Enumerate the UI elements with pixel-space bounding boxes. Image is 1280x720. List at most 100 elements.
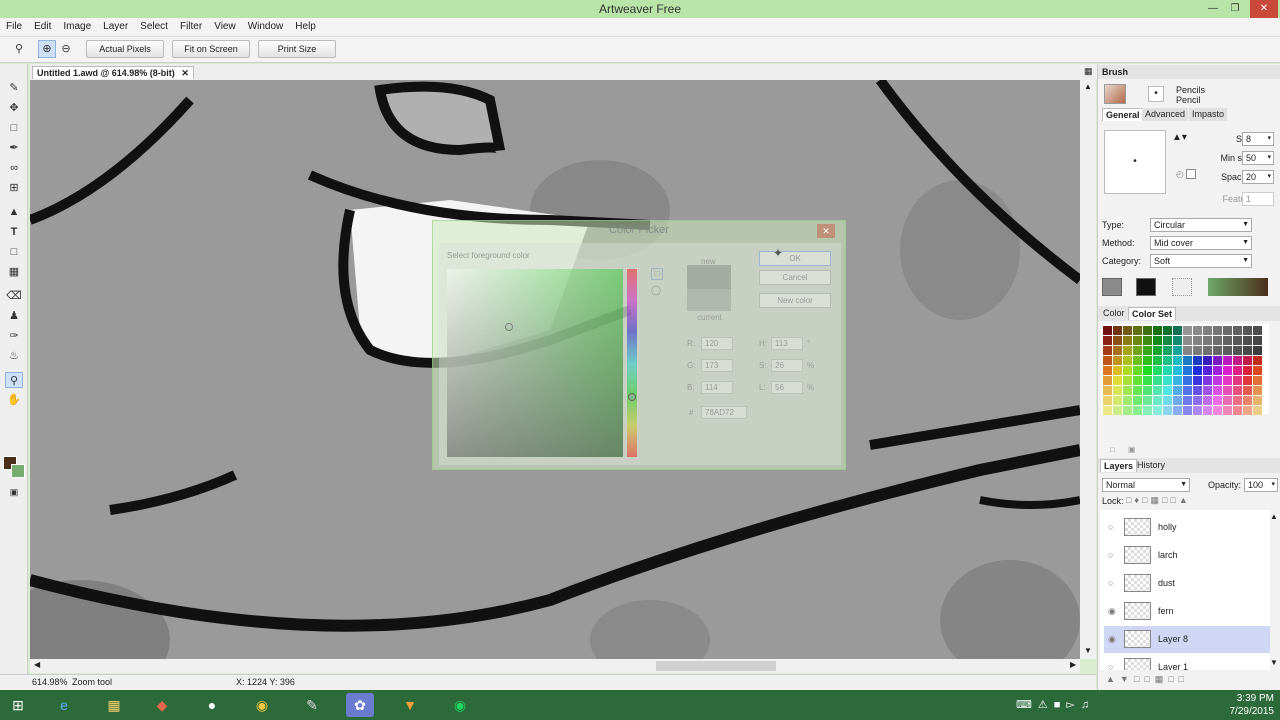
color-swatch[interactable]	[1203, 386, 1212, 395]
color-swatch[interactable]	[1133, 376, 1142, 385]
color-swatch[interactable]	[1213, 366, 1222, 375]
color-swatch[interactable]	[1103, 396, 1112, 405]
color-swatch[interactable]	[1213, 356, 1222, 365]
menu-filter[interactable]: Filter	[174, 19, 208, 35]
zoom-out-icon[interactable]: ⊖	[57, 40, 75, 58]
color-swatch[interactable]	[1193, 406, 1202, 415]
hex-input[interactable]: 78AD72	[701, 406, 747, 419]
dropdown-icon[interactable]: ▼	[1242, 237, 1249, 249]
color-swatch[interactable]	[1133, 326, 1142, 335]
horizontal-scrollbar[interactable]: ◀ ▶	[30, 659, 1080, 673]
lasso-tool-icon[interactable]: ∞	[5, 160, 23, 176]
rect-select-icon[interactable]: □	[5, 120, 23, 136]
color-swatch[interactable]	[1203, 336, 1212, 345]
delete-swatch-icon[interactable]: ▣	[1128, 445, 1136, 454]
visibility-eye-icon[interactable]: ○	[1108, 550, 1118, 560]
color-swatch[interactable]	[1173, 396, 1182, 405]
color-swatch[interactable]	[1203, 366, 1212, 375]
vertical-scrollbar[interactable]: ▲ ▼	[1080, 80, 1096, 659]
color-swatch[interactable]	[1193, 356, 1202, 365]
color-swatch[interactable]	[1113, 356, 1122, 365]
color-swatch[interactable]	[1213, 396, 1222, 405]
tab-color[interactable]: Color	[1100, 307, 1128, 320]
color-swatch[interactable]	[1123, 376, 1132, 385]
color-swatch[interactable]	[1223, 406, 1232, 415]
b-input[interactable]: 114	[701, 381, 733, 394]
stepper-icon[interactable]: ▾	[1267, 152, 1271, 164]
pressure-icon[interactable]: ◴	[1176, 169, 1186, 179]
color-swatch[interactable]	[1253, 326, 1262, 335]
tab-advanced[interactable]: Advanced	[1142, 108, 1189, 121]
layers-scroll-up-icon[interactable]: ▲	[1270, 512, 1278, 521]
spacing-input[interactable]: 20 ▾	[1242, 170, 1274, 184]
color-swatch[interactable]	[1223, 326, 1232, 335]
color-swatch[interactable]	[1213, 336, 1222, 345]
g-input[interactable]: 173	[701, 359, 733, 372]
visibility-eye-icon[interactable]: ○	[1108, 578, 1118, 588]
color-swatch[interactable]	[1113, 346, 1122, 355]
color-swatch[interactable]	[1113, 406, 1122, 415]
color-swatch[interactable]	[1253, 336, 1262, 345]
app-icon-2[interactable]: ▼	[396, 693, 424, 717]
min-size-input[interactable]: 50 ▾	[1242, 151, 1274, 165]
print-size-button[interactable]: Print Size	[258, 40, 336, 58]
color-swatch[interactable]	[1233, 356, 1242, 365]
color-swatch[interactable]	[1233, 386, 1242, 395]
color-swatch[interactable]	[1243, 366, 1252, 375]
scroll-right-icon[interactable]: ▶	[1070, 660, 1076, 669]
color-swatch[interactable]	[1133, 346, 1142, 355]
text-tool-icon[interactable]: T	[5, 224, 23, 240]
color-swatch[interactable]	[1233, 366, 1242, 375]
actual-pixels-button[interactable]: Actual Pixels	[86, 40, 164, 58]
color-swatch[interactable]	[1123, 346, 1132, 355]
stepper-icon[interactable]: ▾	[1271, 479, 1275, 491]
color-swatch[interactable]	[1233, 396, 1242, 405]
color-swatch[interactable]	[1163, 386, 1172, 395]
color-picker-cursor[interactable]	[505, 323, 513, 331]
color-swatch[interactable]	[1103, 406, 1112, 415]
chrome-icon[interactable]: ◉	[248, 693, 276, 717]
color-swatch[interactable]	[1183, 376, 1192, 385]
color-swatch[interactable]	[1173, 326, 1182, 335]
color-swatch[interactable]	[1253, 366, 1262, 375]
h-input[interactable]: 113	[771, 337, 803, 350]
dropdown-icon[interactable]: ▼	[1242, 255, 1249, 267]
color-swatch[interactable]	[1243, 376, 1252, 385]
web-safe-icon[interactable]: □	[651, 268, 663, 280]
color-swatch[interactable]	[1233, 376, 1242, 385]
blend-mode-select[interactable]: Normal ▼	[1102, 478, 1190, 492]
color-swatch[interactable]	[1123, 326, 1132, 335]
scroll-down-icon[interactable]: ▼	[1084, 646, 1092, 655]
color-swatch[interactable]	[1243, 336, 1252, 345]
smudge-tool-icon[interactable]: ♨	[5, 348, 23, 364]
visibility-eye-icon[interactable]: ◉	[1108, 606, 1118, 616]
color-swatch[interactable]	[1133, 406, 1142, 415]
color-set-grid[interactable]	[1101, 324, 1269, 415]
color-swatch[interactable]	[1143, 396, 1152, 405]
color-swatch[interactable]	[1123, 336, 1132, 345]
color-swatch[interactable]	[1133, 356, 1142, 365]
gradient-tool-icon[interactable]: ▦	[5, 264, 23, 280]
dropdown-icon[interactable]: ▼	[1242, 219, 1249, 231]
color-swatch[interactable]	[1143, 346, 1152, 355]
file-explorer-icon[interactable]: ▦	[100, 693, 128, 717]
move-tool-icon[interactable]: ✥	[5, 100, 23, 116]
color-swatch[interactable]	[1193, 326, 1202, 335]
category-select[interactable]: Soft ▼	[1150, 254, 1252, 268]
color-swatch[interactable]	[1163, 366, 1172, 375]
color-swatch[interactable]	[1253, 346, 1262, 355]
color-swatch[interactable]	[1163, 356, 1172, 365]
menu-edit[interactable]: Edit	[28, 19, 57, 35]
document-tab[interactable]: Untitled 1.awd @ 614.98% (8-bit) ✕	[32, 66, 194, 79]
color-swatch[interactable]	[1163, 336, 1172, 345]
color-swatch[interactable]	[1213, 326, 1222, 335]
color-swatch[interactable]	[1113, 336, 1122, 345]
opacity-input[interactable]: 100 ▾	[1244, 478, 1278, 492]
color-swatch[interactable]	[1153, 326, 1162, 335]
zoom-in-icon[interactable]: ⊕	[38, 40, 56, 58]
dropdown-icon[interactable]: ▼	[1180, 479, 1187, 491]
color-swatch[interactable]	[1233, 336, 1242, 345]
color-swatch[interactable]	[1133, 366, 1142, 375]
visibility-eye-icon[interactable]: ○	[1108, 662, 1118, 670]
paper-icon[interactable]	[1136, 278, 1156, 296]
